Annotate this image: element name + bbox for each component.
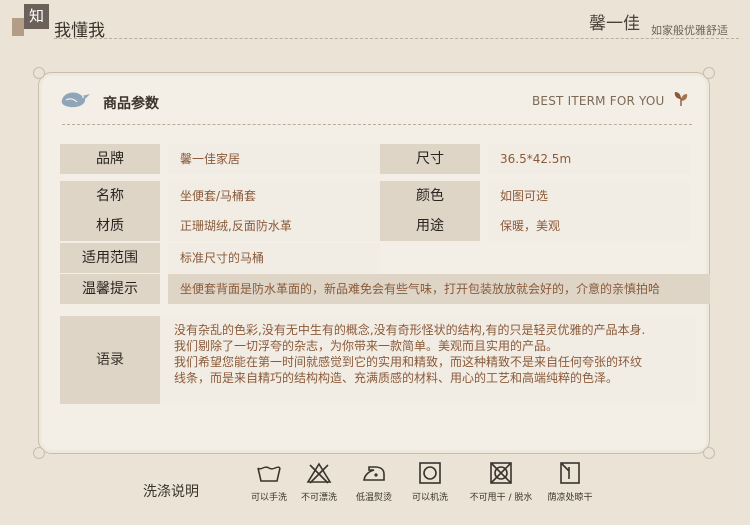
brand-value: 馨一佳家居: [168, 144, 380, 174]
quote-block: 语录 没有杂乱的色彩,没有无中生有的概念,没有奇形怪状的结构,有的只是轻灵优雅的…: [60, 316, 696, 404]
color-label: 颜色: [380, 181, 480, 211]
wash-item-no-tumble: 不可甩干 / 脱水: [466, 462, 536, 503]
no-tumble-dry-icon: [490, 462, 512, 484]
param-row-scope: 适用范围 标准尺寸的马桶: [60, 243, 380, 273]
quote-line: 我们希望您能在第一时间就感觉到它的实用和精致，而这种精致不是来自任何夸张的环纹: [174, 355, 643, 369]
wash-label: 可以手洗: [250, 493, 287, 503]
param-row-tip: 温馨提示 坐便套背面是防水革面的，新品难免会有些气味，打开包装放放就会好的，介意…: [60, 274, 710, 304]
quote-text: 没有杂乱的色彩,没有无中生有的概念,没有奇形怪状的结构,有的只是轻灵优雅的产品本…: [160, 316, 696, 404]
quote-line: 线条，而是来自精巧的结构构造、充满质感的材料、用心的工艺和高端纯粹的色泽。: [174, 371, 619, 385]
use-value: 保暖，美观: [488, 211, 690, 241]
tip-label: 温馨提示: [60, 274, 160, 304]
size-label: 尺寸: [380, 144, 480, 174]
wash-item-hand: 可以手洗: [246, 462, 292, 503]
leaf-icon: [674, 92, 688, 106]
card-corner: [33, 447, 45, 459]
quote-label: 语录: [60, 316, 160, 404]
param-row-name: 名称 坐便套/马桶套 颜色 如图可选: [60, 181, 690, 211]
color-value: 如图可选: [488, 181, 690, 211]
wash-item-shade-dry: 荫凉处晾干: [540, 462, 600, 503]
material-label: 材质: [60, 211, 160, 241]
name-value: 坐便套/马桶套: [168, 181, 380, 211]
header-accent-square: [12, 18, 24, 36]
wash-label: 可以机洗: [411, 493, 448, 503]
wash-item-low-iron: 低温熨烫: [351, 462, 397, 503]
brand-label: 品牌: [60, 144, 160, 174]
card-corner: [703, 447, 715, 459]
card-divider: [62, 124, 692, 125]
shade-dry-icon: [560, 462, 580, 484]
quote-line: 我们剔除了一切浮夸的杂志，为你带来一款简单。美观而且实用的产品。: [174, 339, 559, 353]
wash-item-machine: 可以机洗: [407, 462, 453, 503]
card-tagline: BEST ITERM FOR YOU: [532, 94, 665, 108]
quote-line: 没有杂乱的色彩,没有无中生有的概念,没有奇形怪状的结构,有的只是轻灵优雅的产品本…: [174, 323, 646, 337]
low-iron-icon: [363, 466, 385, 481]
bird-icon: [61, 92, 90, 108]
hand-wash-icon: [257, 466, 281, 482]
param-row-brand: 品牌 馨一佳家居 尺寸 36.5*42.5m: [60, 144, 690, 174]
washing-title: 洗涤说明: [143, 484, 199, 500]
card-corner: [703, 67, 715, 79]
scope-value: 标准尺寸的马桶: [168, 243, 380, 273]
machine-wash-icon: [419, 462, 441, 484]
brand-slogan: 如家般优雅舒适: [651, 24, 728, 37]
wash-label: 荫凉处晾干: [547, 493, 593, 503]
size-value: 36.5*42.5m: [488, 144, 690, 174]
no-bleach-icon: [306, 462, 332, 484]
card-corner: [33, 67, 45, 79]
scope-label: 适用范围: [60, 243, 160, 273]
name-label: 名称: [60, 181, 160, 211]
card-title: 商品参数: [103, 96, 159, 112]
use-label: 用途: [380, 211, 480, 241]
tip-value: 坐便套背面是防水革面的，新品难免会有些气味，打开包装放放就会好的，介意的亲慎拍哈: [168, 274, 710, 304]
brand-name: 馨一佳: [589, 14, 640, 34]
wash-label: 不可甩干 / 脱水: [469, 493, 533, 503]
wash-item-no-bleach: 不可漂洗: [296, 462, 342, 503]
param-row-material: 材质 正珊瑚绒,反面防水革 用途 保暖，美观: [60, 211, 690, 241]
header-divider: [54, 38, 739, 39]
header-badge: 知: [24, 4, 49, 29]
wash-label: 低温熨烫: [355, 493, 392, 503]
material-value: 正珊瑚绒,反面防水革: [168, 211, 380, 241]
wash-label: 不可漂洗: [300, 493, 337, 503]
